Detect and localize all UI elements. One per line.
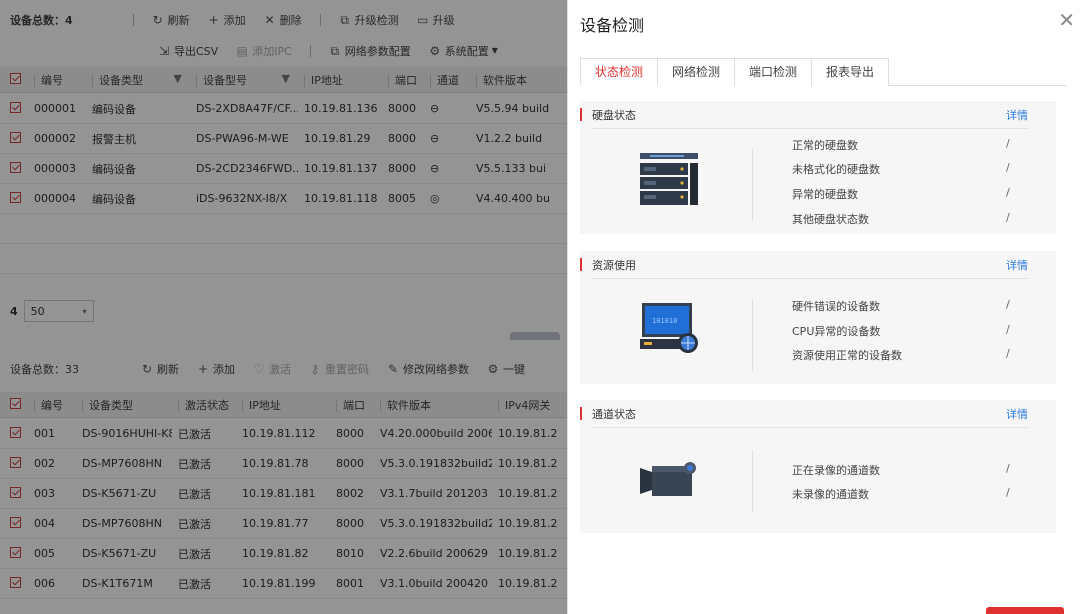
stat-label: 硬件错误的设备数 (792, 300, 880, 313)
detail-link[interactable]: 详情 (1006, 257, 1028, 273)
tab-report-export[interactable]: 报表导出 (811, 58, 890, 86)
stat-label: 未录像的通道数 (792, 488, 869, 501)
dialog-tabs: 状态检测 网络检测 端口检测 报表导出 (580, 58, 1066, 86)
confirm-button[interactable] (986, 607, 1064, 614)
device-check-dialog: 设备检测 ✕ 状态检测 网络检测 端口检测 报表导出 硬盘状态 详情 正常的硬盘… (567, 0, 1091, 614)
section-header: 资源使用 详情 (580, 251, 1056, 278)
device-management-background: 设备总数：4 ↻ 刷新 + 添加 ✕ 删除 ⧉ 升级检测 ▭ 升级 ⇲ 导出CSV ▤ 添加I… (0, 0, 567, 614)
tab-port-check[interactable]: 端口检测 (734, 58, 813, 86)
section-accent-bar (580, 258, 582, 271)
computer-monitor-icon: 101010 (638, 301, 704, 360)
stat-label: 其他硬盘状态数 (792, 213, 869, 226)
stat-value: / (1006, 323, 1010, 336)
section-header: 硬盘状态 详情 (580, 101, 1056, 128)
stat-value: / (1006, 137, 1010, 150)
stat-label: 正在录像的通道数 (792, 464, 880, 477)
modal-overlay[interactable] (0, 0, 567, 614)
stat-value: / (1006, 347, 1010, 360)
stat-value: / (1006, 161, 1010, 174)
dialog-title: 设备检测 (580, 16, 645, 35)
tab-status-check[interactable]: 状态检测 (580, 58, 659, 86)
stat-value: / (1006, 486, 1010, 499)
hard-disk-server-icon (638, 151, 700, 212)
detail-link[interactable]: 详情 (1006, 107, 1028, 123)
stat-value: / (1006, 462, 1010, 475)
stat-label: 异常的硬盘数 (792, 188, 858, 201)
video-camera-icon (638, 460, 704, 505)
channel-status-section: 通道状态 详情 正在录像的通道数 / 未录像的通道数 / (580, 400, 1056, 533)
section-title: 通道状态 (592, 408, 636, 421)
stat-value: / (1006, 211, 1010, 224)
stat-label: 正常的硬盘数 (792, 139, 858, 152)
svg-text:101010: 101010 (652, 317, 677, 325)
section-title: 硬盘状态 (592, 109, 636, 122)
section-title: 资源使用 (592, 259, 636, 272)
stat-label: CPU异常的设备数 (792, 325, 881, 338)
stat-label: 未格式化的硬盘数 (792, 163, 880, 176)
tab-network-check[interactable]: 网络检测 (657, 58, 736, 86)
detail-link[interactable]: 详情 (1006, 406, 1028, 422)
stat-label: 资源使用正常的设备数 (792, 349, 902, 362)
resource-usage-section: 资源使用 详情 101010 硬件错误的设备数 / CPU异常的设备数 / 资源… (580, 251, 1056, 384)
section-accent-bar (580, 407, 582, 420)
hdd-status-section: 硬盘状态 详情 正常的硬盘数 / 未格式化的硬盘数 / 异常的硬盘数 / 其他硬… (580, 101, 1056, 234)
stat-value: / (1006, 298, 1010, 311)
section-header: 通道状态 详情 (580, 400, 1056, 427)
close-icon[interactable]: ✕ (1058, 10, 1075, 30)
section-accent-bar (580, 108, 582, 121)
stat-value: / (1006, 186, 1010, 199)
